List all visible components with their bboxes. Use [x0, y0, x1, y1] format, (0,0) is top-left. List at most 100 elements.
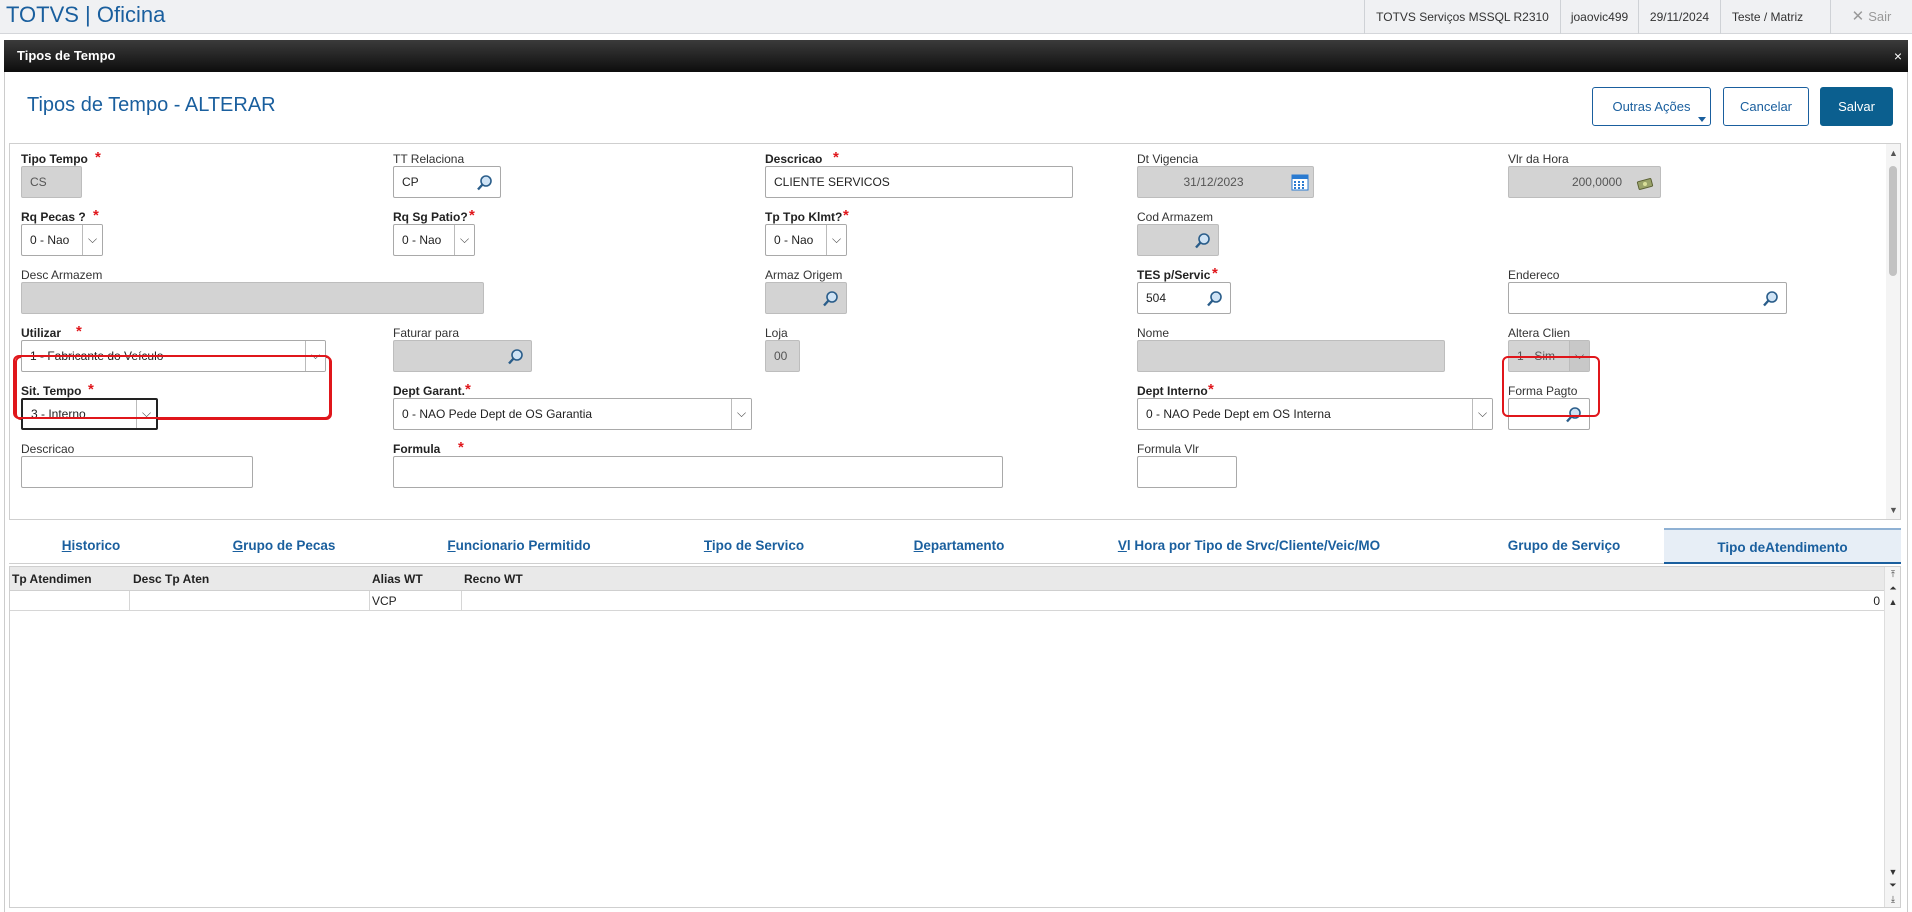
table-row[interactable]: VCP 0	[10, 591, 1884, 611]
tab-grupo-servico[interactable]: Grupo de Serviço	[1489, 528, 1639, 564]
branch-label[interactable]: Teste / Matriz	[1720, 0, 1814, 34]
required-marker: *	[93, 207, 99, 224]
rq-pecas-select[interactable]: 0 - Nao ⌵	[21, 224, 103, 256]
tab-label: epartamento	[923, 538, 1005, 553]
scroll-bottom-icon[interactable]: ⤓	[1888, 894, 1898, 905]
chevron-down-icon[interactable]: ⌵	[826, 225, 846, 255]
tab-departamento[interactable]: Departamento	[899, 528, 1019, 564]
search-icon[interactable]	[507, 348, 525, 366]
tab-tipo-servico[interactable]: Tipo de Servico	[689, 528, 819, 564]
search-icon[interactable]	[1762, 290, 1780, 308]
form-scrollbar[interactable]: ▲ ▼	[1886, 144, 1900, 519]
endereco-field[interactable]	[1508, 282, 1787, 314]
tab-historico[interactable]: Historico	[51, 528, 131, 564]
calendar-icon[interactable]	[1291, 173, 1309, 191]
desc-armazem-label: Desc Armazem	[21, 268, 103, 282]
tt-relaciona-label: TT Relaciona	[393, 152, 465, 166]
scrollbar-thumb[interactable]	[1889, 166, 1897, 276]
tab-label: uncionario Permitido	[455, 538, 591, 553]
column-header[interactable]: Tp Atendimen	[10, 567, 130, 591]
endereco-label: Endereco	[1508, 268, 1560, 282]
user-label: joaovic499	[1560, 0, 1638, 34]
app-title: TOTVS | Oficina	[6, 2, 166, 27]
save-button[interactable]: Salvar	[1820, 87, 1893, 126]
required-marker: *	[843, 207, 849, 224]
rq-sg-patio-value: 0 - Nao	[402, 233, 442, 247]
scroll-page-down-icon[interactable]: ⏷	[1888, 880, 1898, 891]
chevron-down-icon[interactable]: ⌵	[82, 225, 102, 255]
desc-armazem-field[interactable]	[21, 282, 484, 314]
faturar-para-field[interactable]	[393, 340, 532, 372]
highlight-box	[13, 355, 331, 419]
tab-grupo-pecas[interactable]: Grupo de Pecas	[219, 528, 349, 564]
scroll-page-up-icon[interactable]: ⏶	[1888, 583, 1898, 594]
column-header[interactable]: Desc Tp Aten	[131, 567, 371, 591]
scroll-down-icon[interactable]: ▼	[1889, 505, 1898, 515]
altera-clien-label: Altera Clien	[1508, 326, 1571, 340]
tab-tipo-atendimento[interactable]: Tipo deAtendimento	[1664, 528, 1901, 564]
tp-tpo-klmt-select[interactable]: 0 - Nao ⌵	[765, 224, 847, 256]
search-icon[interactable]	[476, 174, 494, 192]
scroll-up-icon[interactable]: ▲	[1888, 597, 1898, 607]
tes-servic-label: TES p/Servic	[1137, 268, 1211, 282]
search-icon[interactable]	[822, 290, 840, 308]
tab-label: ipo de Servico	[711, 538, 805, 553]
formula-vlr-field[interactable]	[1137, 456, 1237, 488]
top-bar: TOTVS | Oficina TOTVS Serviços MSSQL R23…	[0, 0, 1912, 34]
scroll-up-icon[interactable]: ▲	[1889, 148, 1898, 158]
chevron-down-icon[interactable]: ⌵	[731, 399, 751, 429]
dept-garant-label: Dept Garant.	[393, 384, 466, 398]
cell-alias-wt[interactable]: VCP	[370, 591, 462, 611]
scroll-down-icon[interactable]: ▼	[1888, 867, 1898, 877]
tes-servic-value: 504	[1146, 291, 1167, 305]
tab-accel: G	[232, 538, 244, 553]
vlr-hora-field[interactable]: 200,0000	[1508, 166, 1661, 198]
dept-interno-select[interactable]: 0 - NAO Pede Dept em OS Interna ⌵	[1137, 398, 1493, 430]
search-icon[interactable]	[1206, 290, 1224, 308]
descricao2-field[interactable]	[21, 456, 253, 488]
scroll-top-icon[interactable]: ⤒	[1888, 569, 1898, 580]
tipo-tempo-field[interactable]: CS	[21, 166, 82, 198]
dt-vigencia-value: 31/12/2023	[1183, 175, 1244, 189]
form-area[interactable]: Tipo Tempo * CS TT Relaciona CP Descrica…	[9, 143, 1901, 520]
tt-relaciona-field[interactable]: CP	[393, 166, 501, 198]
chevron-down-icon[interactable]: ⌵	[1472, 399, 1492, 429]
rq-pecas-value: 0 - Nao	[30, 233, 70, 247]
loja-label: Loja	[765, 326, 788, 340]
other-actions-button[interactable]: Outras Ações	[1592, 87, 1711, 126]
cell-recno-wt[interactable]: 0	[462, 591, 1884, 611]
dt-vigencia-field[interactable]: 31/12/2023	[1137, 166, 1314, 198]
dept-garant-select[interactable]: 0 - NAO Pede Dept de OS Garantia ⌵	[393, 398, 752, 430]
faturar-para-label: Faturar para	[393, 326, 460, 340]
tes-servic-field[interactable]: 504	[1137, 282, 1231, 314]
chevron-down-icon[interactable]: ⌵	[454, 225, 474, 255]
environment-label: TOTVS Serviços MSSQL R2310	[1364, 0, 1560, 34]
vlr-hora-value: 200,0000	[1571, 175, 1622, 189]
cell-desc-tp-aten[interactable]	[130, 591, 370, 611]
grid-header: Tp Atendimen Desc Tp Aten Alias WT Recno…	[10, 567, 1884, 591]
descricao-label: Descricao	[765, 152, 823, 166]
rq-pecas-label: Rq Pecas ?	[21, 210, 86, 224]
formula-field[interactable]	[393, 456, 1003, 488]
column-header[interactable]: Alias WT	[370, 567, 450, 591]
tab-label: l Hora por Tipo de Srvc/Cliente/Veic/MO	[1126, 538, 1381, 553]
cell-tp-atendimen[interactable]	[10, 591, 130, 611]
descricao-field[interactable]: CLIENTE SERVICOS	[765, 166, 1073, 198]
loja-field[interactable]: 00	[765, 340, 800, 372]
search-icon[interactable]	[1194, 232, 1212, 250]
armaz-origem-field[interactable]	[765, 282, 847, 314]
required-marker: *	[95, 149, 101, 166]
nome-field[interactable]	[1137, 340, 1445, 372]
rq-sg-patio-select[interactable]: 0 - Nao ⌵	[393, 224, 475, 256]
formula-vlr-label: Formula Vlr	[1137, 442, 1200, 456]
grid-scrollbar[interactable]: ⤒ ⏶ ▲ ▼ ⏷ ⤓	[1884, 567, 1900, 907]
tab-vl-hora[interactable]: Vl Hora por Tipo de Srvc/Cliente/Veic/MO	[1099, 528, 1399, 564]
window-close-button[interactable]: ×	[1894, 40, 1902, 72]
cod-armazem-field[interactable]	[1137, 224, 1219, 256]
tab-funcionario-permitido[interactable]: Funcionario Permitido	[434, 528, 604, 564]
rq-sg-patio-label: Rq Sg Patio?	[393, 210, 468, 224]
exit-button[interactable]: ✕ Sair	[1830, 0, 1912, 34]
column-header[interactable]: Recno WT	[462, 567, 582, 591]
data-grid[interactable]: Tp Atendimen Desc Tp Aten Alias WT Recno…	[9, 566, 1901, 908]
cancel-button[interactable]: Cancelar	[1723, 87, 1809, 126]
